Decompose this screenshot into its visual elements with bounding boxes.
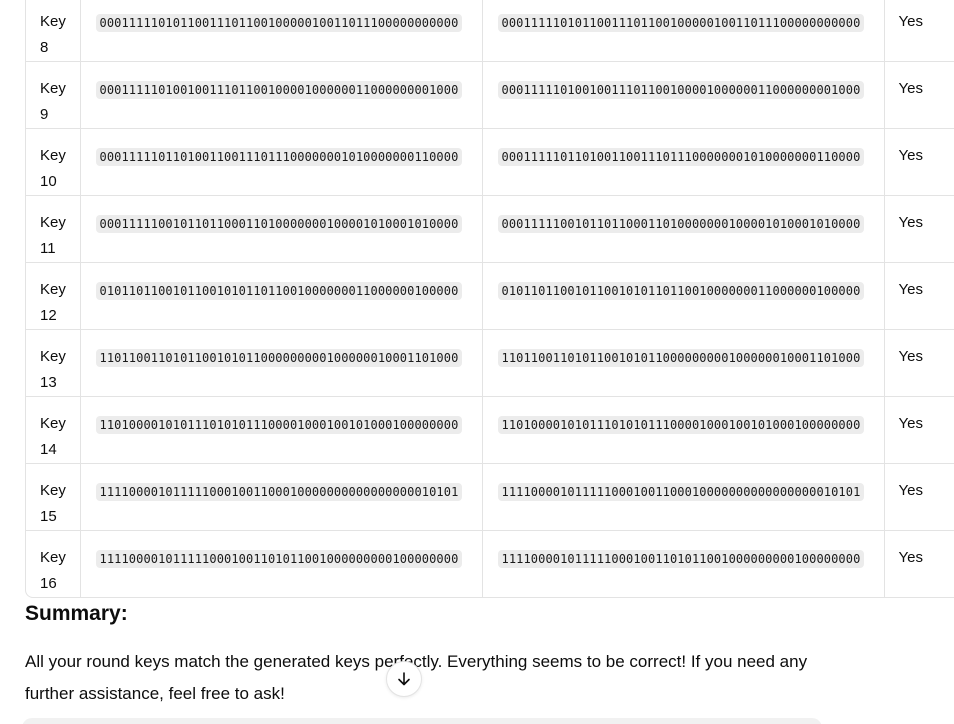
key-label-number: 10 [40,173,57,190]
table-row: Key 13 11011001101011001010110000000001000… [26,329,954,397]
key-label-word: Key [40,147,66,164]
table-row: Key 15 11110000101111100010011000100000000… [26,463,954,531]
generated-key-cell: 1101100110101100101011000000000100000010… [482,329,885,397]
table: Key 8 000111110101100111011001000001001101… [26,0,954,597]
your-key-cell: 0001111101101001100111011100000001010000… [80,128,483,196]
your-key-cell: 0001111101001001110110010000100000011000… [80,61,483,129]
scroll-to-bottom-button[interactable] [386,661,422,697]
your-key-code: 0001111101101001100111011100000001010000… [95,148,463,166]
match-cell: Yes [884,128,954,196]
key-label-cell: Key 13 [26,329,81,397]
key-label-word: Key [40,549,66,566]
your-key-cell: 1101000010101110101011100001000100101000… [80,396,483,464]
key-label-number: 9 [40,106,49,123]
key-label-word: Key [40,348,66,365]
table-row: Key 10 00011111011010011001110111000000010… [26,128,954,196]
generated-key-code: 1101100110101100101011000000000100000010… [497,349,865,367]
match-cell: Yes [884,262,954,330]
generated-key-code: 1111000010111110001001100010000000000000… [497,483,865,501]
generated-key-cell: 0001111101011001110110010000010011011100… [482,0,885,62]
chat-page: Key 8 000111110101100111011001000001001101… [0,0,954,724]
your-key-cell: 1111000010111110001001101011001000000000… [80,530,483,597]
table-row: Key 14 11010000101011101010111000010001001… [26,396,954,464]
key-label-cell: Key 15 [26,463,81,531]
key-label-cell: Key 14 [26,396,81,464]
generated-key-code: 0001111100101101100011010000000100001010… [497,215,865,233]
match-cell: Yes [884,195,954,263]
generated-key-code: 1111000010111110001001101011001000000000… [497,550,865,568]
your-key-code: 1101100110101100101011000000000100000010… [95,349,463,367]
generated-key-code: 0001111101011001110110010000010011011100… [497,14,865,32]
key-label-number: 13 [40,374,57,391]
key-label-number: 16 [40,575,57,592]
table-row: Key 8 000111110101100111011001000001001101… [26,0,954,62]
match-cell: Yes [884,61,954,129]
generated-key-code: 0101101100101100101011011001000000011000… [497,282,865,300]
key-label-word: Key [40,281,66,298]
your-key-code: 0001111100101101100011010000000100001010… [95,215,463,233]
your-key-cell: 1101100110101100101011000000000100000010… [80,329,483,397]
key-label-number: 14 [40,441,57,458]
your-key-cell: 0101101100101100101011011001000000011000… [80,262,483,330]
summary-heading: Summary: [25,602,128,625]
your-key-code: 0101101100101100101011011001000000011000… [95,282,463,300]
generated-key-code: 0001111101101001100111011100000001010000… [497,148,865,166]
key-label-word: Key [40,80,66,97]
key-label-cell: Key 11 [26,195,81,263]
your-key-code: 0001111101011001110110010000010011011100… [95,14,463,32]
key-label-number: 11 [40,240,56,257]
key-label-word: Key [40,13,66,30]
generated-key-cell: 0001111100101101100011010000000100001010… [482,195,885,263]
key-label-cell: Key 10 [26,128,81,196]
generated-key-cell: 1111000010111110001001100010000000000000… [482,463,885,531]
your-key-code: 1101000010101110101011100001000100101000… [95,416,463,434]
your-key-cell: 1111000010111110001001100010000000000000… [80,463,483,531]
arrow-down-icon [398,672,410,686]
match-cell: Yes [884,396,954,464]
table-body: Key 8 000111110101100111011001000001001101… [26,0,954,597]
generated-key-code: 0001111101001001110110010000100000011000… [497,81,865,99]
key-label-word: Key [40,482,66,499]
table-row: Key 12 01011011001011001010110110010000000… [26,262,954,330]
generated-key-cell: 0101101100101100101011011001000000011000… [482,262,885,330]
generated-key-code: 1101000010101110101011100001000100101000… [497,416,865,434]
table-row: Key 16 11110000101111100010011010110010000… [26,530,954,597]
table-row: Key 11 00011111001011011000110100000001000… [26,195,954,263]
key-label-cell: Key 8 [26,0,81,62]
key-label-cell: Key 12 [26,262,81,330]
your-key-code: 1111000010111110001001100010000000000000… [95,483,463,501]
key-label-number: 8 [40,39,49,56]
generated-key-cell: 0001111101001001110110010000100000011000… [482,61,885,129]
generated-key-cell: 0001111101101001100111011100000001010000… [482,128,885,196]
your-key-cell: 0001111100101101100011010000000100001010… [80,195,483,263]
table-row: Key 9 000111110100100111011001000010000001… [26,61,954,129]
your-key-cell: 0001111101011001110110010000010011011100… [80,0,483,62]
match-cell: Yes [884,329,954,397]
key-label-cell: Key 9 [26,61,81,129]
key-label-word: Key [40,415,66,432]
key-label-number: 15 [40,508,57,525]
message-composer-edge [22,718,822,724]
match-cell: Yes [884,0,954,62]
generated-key-cell: 1101000010101110101011100001000100101000… [482,396,885,464]
key-comparison-table: Key 8 000111110101100111011001000001001101… [25,0,954,598]
key-label-cell: Key 16 [26,530,81,597]
key-label-number: 12 [40,307,57,324]
key-label-word: Key [40,214,66,231]
match-cell: Yes [884,463,954,531]
your-key-code: 0001111101001001110110010000100000011000… [95,81,463,99]
summary-text: All your round keys match the generated … [25,652,808,703]
your-key-code: 1111000010111110001001101011001000000000… [95,550,463,568]
generated-key-cell: 1111000010111110001001101011001000000000… [482,530,885,597]
match-cell: Yes [898,549,923,566]
